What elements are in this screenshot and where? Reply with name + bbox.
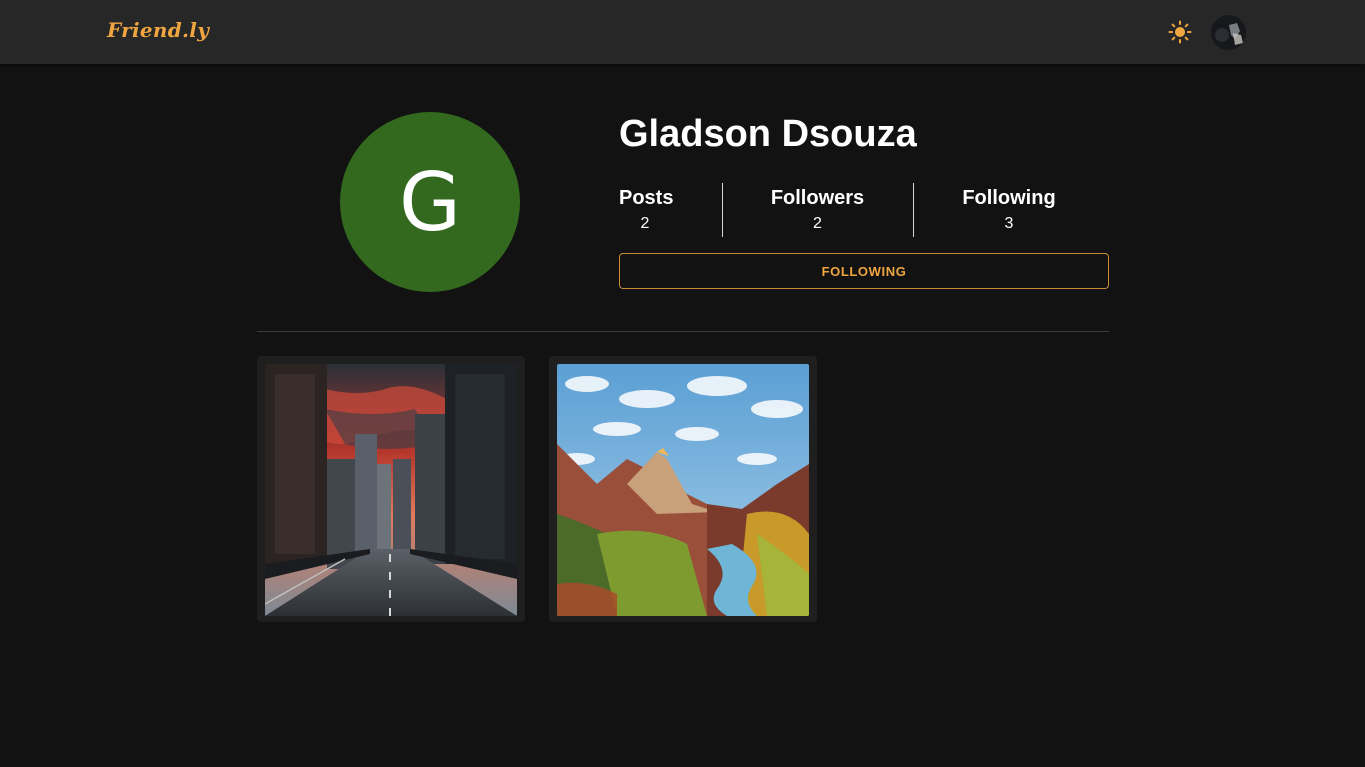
mountain-canyon-river-image <box>557 364 809 616</box>
app-logo[interactable]: Friend.ly <box>107 18 209 42</box>
section-divider <box>257 331 1109 332</box>
stat-following: Following 3 <box>955 183 1063 237</box>
stat-posts: Posts 2 <box>619 183 674 237</box>
profile-avatar-initial: G <box>399 155 461 249</box>
post-card[interactable] <box>257 356 525 622</box>
profile-avatar: G <box>340 112 520 292</box>
profile-name: Gladson Dsouza <box>619 113 917 155</box>
user-avatar-icon <box>1211 15 1246 50</box>
following-button[interactable]: FOLLOWING <box>619 253 1109 289</box>
post-image <box>265 364 517 616</box>
theme-toggle-button[interactable] <box>1164 16 1196 48</box>
stat-divider <box>913 183 914 237</box>
profile-stats: Posts 2 Followers 2 Following 3 <box>619 183 1109 237</box>
post-image <box>557 364 809 616</box>
stat-followers: Followers 2 <box>764 183 871 237</box>
app-bar: Friend.ly <box>0 0 1365 64</box>
stat-followers-value: 2 <box>813 215 822 232</box>
stat-divider <box>722 183 723 237</box>
stat-posts-label: Posts <box>619 187 674 209</box>
stat-posts-value: 2 <box>640 215 650 232</box>
stat-following-value: 3 <box>1004 215 1014 232</box>
sun-icon <box>1168 20 1192 44</box>
stat-following-label: Following <box>962 187 1056 209</box>
user-avatar[interactable] <box>1211 15 1246 50</box>
city-street-sunset-image <box>265 364 517 616</box>
post-card[interactable] <box>549 356 817 622</box>
stat-followers-label: Followers <box>770 187 865 209</box>
